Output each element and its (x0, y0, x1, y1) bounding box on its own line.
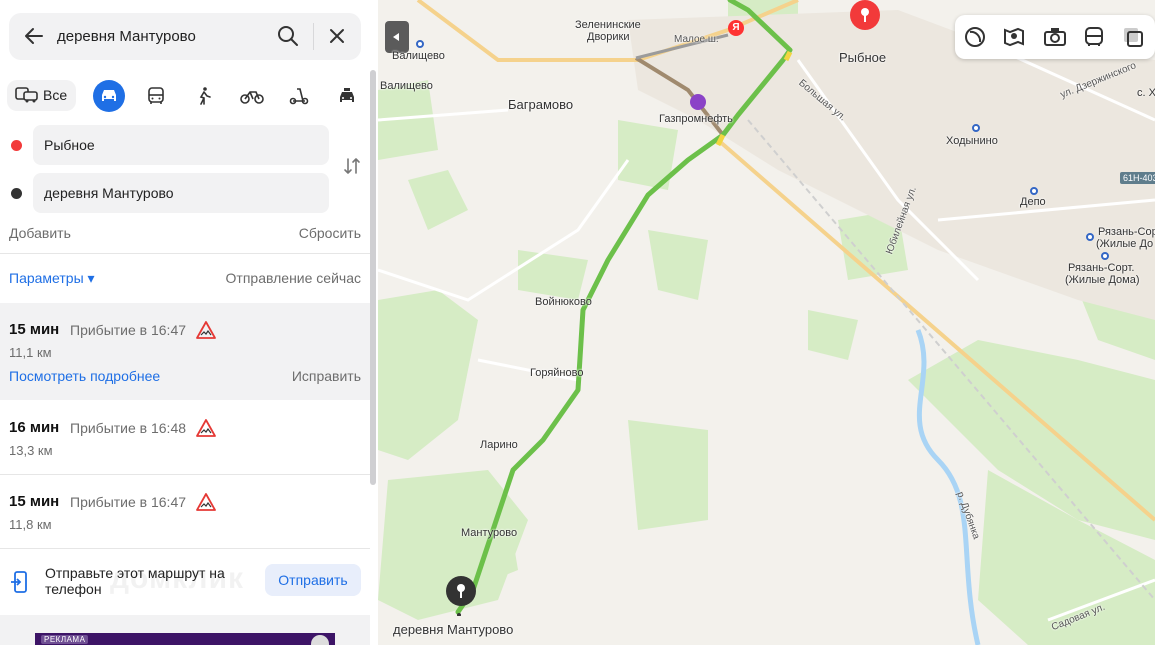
route-distance: 11,8 км (9, 517, 52, 532)
map-label: Депо (1020, 196, 1046, 208)
yandex-poi-icon[interactable]: Я (728, 20, 744, 36)
transit-icon[interactable] (1082, 25, 1106, 49)
ad-banner[interactable]: РЕКЛАМА (35, 633, 335, 645)
map-label: Зеленинские (575, 19, 641, 31)
layers-icon[interactable] (963, 25, 987, 49)
route-details-link[interactable]: Посмотреть подробнее (9, 368, 160, 384)
route-option[interactable]: 15 мин Прибытие в 16:47 11,1 км Посмотре… (0, 303, 370, 400)
map-canvas (378, 0, 1155, 645)
route-duration: 15 мин (9, 493, 60, 510)
back-arrow-icon[interactable] (23, 25, 45, 47)
mode-scooter-button[interactable] (283, 80, 315, 112)
route-duration: 15 мин (9, 321, 60, 338)
road-warning-icon (196, 321, 216, 339)
search-query[interactable]: деревня Мантурово (57, 28, 196, 45)
route-from-value[interactable]: Рыбное (44, 137, 95, 153)
car-bus-icon (15, 87, 38, 103)
phone-icon (11, 571, 27, 593)
train-stop-icon[interactable] (1030, 187, 1038, 195)
route-option[interactable]: 15 мин Прибытие в 16:47 11,8 км (0, 475, 370, 548)
map-label: Горяйново (530, 367, 584, 379)
map-label: Мантурово (461, 527, 518, 539)
map-label: Рыбное (839, 50, 887, 65)
train-stop-icon[interactable] (972, 124, 980, 132)
mode-bus-button[interactable] (140, 80, 172, 112)
map-layers-toolbar (955, 15, 1155, 59)
route-from-field[interactable]: Рыбное (33, 125, 329, 165)
map-style-icon[interactable] (1121, 25, 1145, 49)
reset-link[interactable]: Сбросить (299, 225, 361, 241)
start-pin-icon[interactable] (848, 0, 882, 36)
map-label: с. Х (1137, 87, 1155, 99)
destination-label: деревня Мантурово (393, 622, 514, 637)
start-point-dot (11, 140, 22, 151)
panorama-icon[interactable] (1002, 25, 1026, 49)
map-label: Газпромнефть (659, 113, 733, 125)
route-distance: 13,3 км (9, 443, 53, 458)
map-label: Валищево (392, 50, 445, 62)
mode-all-button[interactable]: Все (7, 80, 76, 111)
train-stop-icon[interactable] (1101, 252, 1109, 260)
road-warning-icon (196, 419, 216, 437)
car-icon (102, 90, 116, 101)
map-label: Баграмово (508, 97, 574, 112)
mode-bike-button[interactable] (236, 80, 268, 112)
train-stop-icon[interactable] (1086, 233, 1094, 241)
map-label: Ларино (480, 439, 518, 451)
scooter-icon (289, 88, 309, 105)
map-label: Малое ш. (674, 34, 719, 45)
map-label: Войнюково (535, 296, 592, 308)
route-option[interactable]: 16 мин Прибытие в 16:48 13,3 км (0, 401, 370, 474)
ad-info-icon[interactable] (311, 635, 329, 645)
map-label: Ходынино (946, 135, 998, 147)
destination-pin-icon[interactable] (444, 576, 478, 616)
route-arrival: Прибытие в 16:47 (70, 322, 187, 338)
parameters-dropdown[interactable]: Параметры ▾ (9, 270, 95, 287)
departure-time[interactable]: Отправление сейчас (226, 270, 361, 286)
map-label: Дворики (587, 31, 630, 43)
map-label: Рязань-Сорт. (1068, 262, 1135, 274)
camera-icon[interactable] (1043, 25, 1067, 49)
transport-modes: Все (0, 78, 378, 112)
bus-icon (148, 87, 164, 104)
swap-icon[interactable] (342, 156, 362, 176)
search-box[interactable]: деревня Мантурово (9, 13, 361, 60)
taxi-icon (340, 88, 354, 102)
road-warning-icon (196, 493, 216, 511)
mode-taxi-button[interactable] (331, 80, 363, 112)
mode-walk-button[interactable] (188, 80, 220, 112)
panel-scrollbar[interactable] (370, 70, 376, 485)
mode-all-label: Все (43, 87, 68, 103)
add-point-link[interactable]: Добавить (9, 225, 71, 241)
end-point-dot (11, 188, 22, 199)
route-distance: 11,1 км (9, 345, 52, 360)
divider (0, 253, 370, 254)
route-to-value[interactable]: деревня Мантурово (44, 185, 174, 201)
map-label: Валищево (380, 80, 433, 92)
search-divider (313, 23, 314, 50)
map-label: Рязань-Сор (1098, 226, 1155, 238)
map-label: (Жилые Дома) (1065, 274, 1140, 286)
route-arrival: Прибытие в 16:47 (70, 494, 187, 510)
route-arrival: Прибытие в 16:48 (70, 420, 187, 436)
route-duration: 16 мин (9, 419, 60, 436)
collapse-panel-button[interactable] (385, 21, 409, 53)
road-number-badge: 61Н-403 (1120, 172, 1155, 184)
route-to-field[interactable]: деревня Мантурово (33, 173, 329, 213)
gas-station-icon[interactable] (690, 94, 706, 110)
watermark: домклик (110, 562, 245, 595)
route-fix-link[interactable]: Исправить (292, 368, 361, 384)
send-button[interactable]: Отправить (265, 564, 361, 596)
pedestrian-icon (199, 87, 211, 105)
ad-label: РЕКЛАМА (41, 635, 89, 644)
search-icon[interactable] (277, 25, 299, 47)
bus-stop-icon[interactable] (416, 40, 424, 48)
map-label: (Жилые До (1096, 238, 1154, 250)
bicycle-icon (240, 91, 264, 104)
route-panel: деревня Мантурово Все Рыбное деревня Ман… (0, 0, 378, 645)
close-icon[interactable] (327, 26, 347, 46)
map-view[interactable]: Зеленинские Дворики Валищево Валищево Ба… (378, 0, 1155, 645)
mode-car-button[interactable] (93, 80, 125, 112)
